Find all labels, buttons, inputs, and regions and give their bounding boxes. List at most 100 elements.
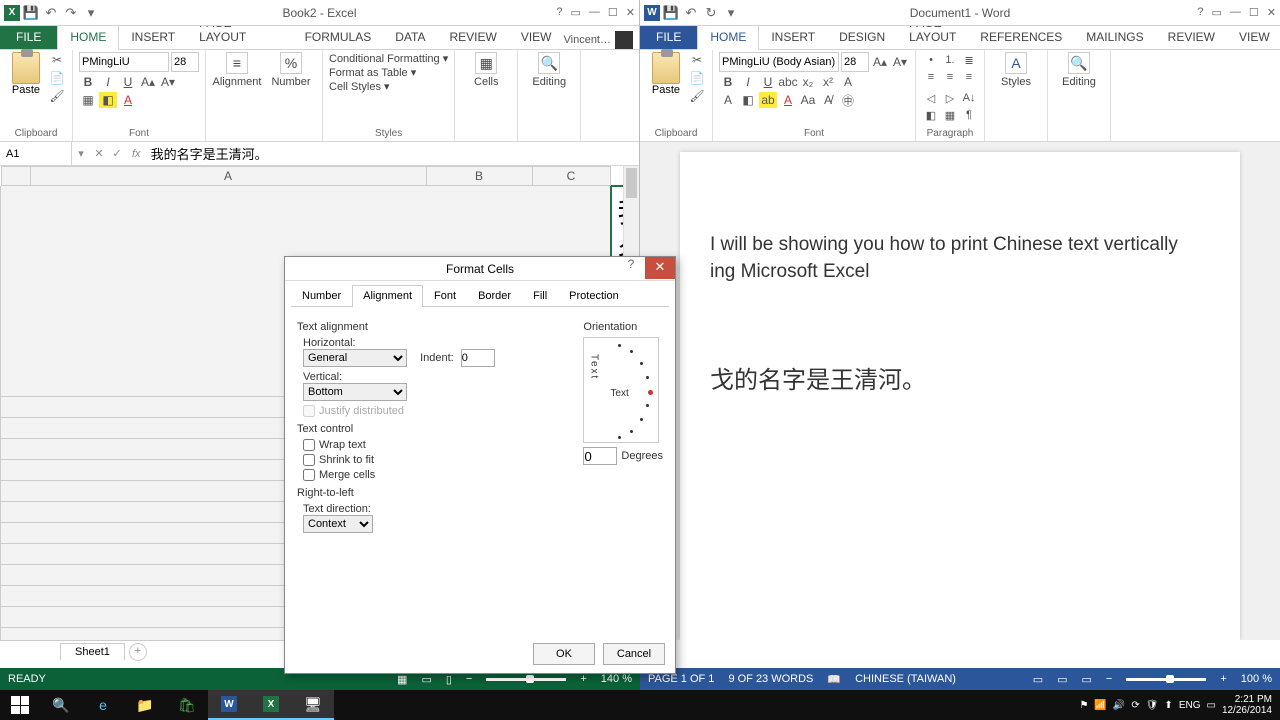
vertical-select[interactable]: Bottom — [303, 383, 407, 401]
char-border-icon[interactable]: A — [719, 92, 737, 108]
maximize-icon[interactable]: ☐ — [608, 6, 618, 19]
font-size-select[interactable] — [841, 52, 869, 72]
underline-button[interactable]: U — [119, 74, 137, 90]
paste-button[interactable]: Paste — [6, 52, 46, 104]
bold-button[interactable]: B — [719, 74, 737, 90]
subscript-icon[interactable]: x₂ — [799, 74, 817, 90]
tab-home[interactable]: HOME — [57, 24, 119, 50]
show-marks-icon[interactable]: ¶ — [960, 107, 978, 123]
minimize-icon[interactable]: — — [1230, 6, 1241, 19]
zoom-level[interactable]: 140 % — [601, 673, 632, 685]
dialog-tab-protection[interactable]: Protection — [558, 285, 630, 306]
wrap-text-checkbox[interactable] — [303, 439, 315, 451]
ribbon-collapse-icon[interactable]: ▭ — [1212, 6, 1222, 19]
underline-button[interactable]: U — [759, 74, 777, 90]
shrink-to-fit-checkbox[interactable] — [303, 454, 315, 466]
italic-button[interactable]: I — [739, 74, 757, 90]
font-color-icon[interactable]: A — [119, 92, 137, 108]
namebox-dropdown-icon[interactable]: ▾ — [72, 147, 90, 160]
grow-font-icon[interactable]: A▴ — [871, 54, 889, 70]
file-tab[interactable]: FILE — [0, 25, 57, 49]
tray-language[interactable]: ENG — [1179, 700, 1201, 711]
bold-button[interactable]: B — [79, 74, 97, 90]
col-header-a[interactable]: A — [31, 166, 427, 186]
taskbar-app-icon[interactable]: 🖥 — [292, 690, 334, 720]
alignment-button[interactable]: ≡Alignment — [212, 52, 262, 88]
sheet-tab-1[interactable]: Sheet1 — [60, 643, 125, 660]
copy-icon[interactable]: 📄 — [688, 70, 706, 86]
tab-insert[interactable]: INSERT — [759, 25, 827, 49]
undo-icon[interactable]: ↶ — [42, 4, 60, 22]
merge-cells-checkbox[interactable] — [303, 469, 315, 481]
dialog-tab-number[interactable]: Number — [291, 285, 352, 306]
paste-button[interactable]: Paste — [646, 52, 686, 104]
view-break-icon[interactable]: ▯ — [446, 673, 452, 686]
editing-button[interactable]: 🔍Editing — [524, 52, 574, 88]
tab-view[interactable]: VIEW — [1227, 25, 1280, 49]
italic-button[interactable]: I — [99, 74, 117, 90]
tab-design[interactable]: DESIGN — [827, 25, 897, 49]
tray-shield-icon[interactable]: 🛡 — [1146, 700, 1159, 711]
qat-more-icon[interactable]: ▾ — [722, 4, 740, 22]
superscript-icon[interactable]: x² — [819, 74, 837, 90]
tab-review[interactable]: REVIEW — [437, 25, 508, 49]
align-left-icon[interactable]: ≡ — [922, 69, 940, 85]
tray-sync-icon[interactable]: ⟳ — [1131, 700, 1139, 711]
taskbar-search-icon[interactable]: 🔍 — [40, 690, 82, 720]
cancel-edit-icon[interactable]: ✕ — [90, 147, 108, 160]
tray-ime-icon[interactable]: ▭ — [1206, 700, 1215, 711]
dialog-help-icon[interactable]: ? — [619, 257, 643, 271]
dialog-close-icon[interactable]: ✕ — [645, 257, 675, 279]
help-icon[interactable]: ? — [556, 6, 562, 19]
user-avatar[interactable] — [615, 31, 633, 49]
shrink-font-icon[interactable]: A▾ — [159, 74, 177, 90]
tray-volume-icon[interactable]: 🔊 — [1113, 700, 1125, 711]
view-layout-icon[interactable]: ▭ — [421, 673, 431, 686]
shading-icon[interactable]: ◧ — [922, 107, 940, 123]
status-language[interactable]: CHINESE (TAIWAN) — [855, 673, 956, 685]
tray-flag-icon[interactable]: ⚑ — [1079, 700, 1088, 711]
numbering-icon[interactable]: 1. — [941, 52, 959, 68]
redo-icon[interactable]: ↻ — [702, 4, 720, 22]
format-painter-icon[interactable]: 🖌 — [48, 88, 66, 104]
format-as-table[interactable]: Format as Table ▾ — [329, 66, 448, 79]
minimize-icon[interactable]: — — [589, 6, 600, 19]
save-icon[interactable]: 💾 — [22, 4, 40, 22]
styles-button[interactable]: AStyles — [991, 52, 1041, 88]
tray-network-icon[interactable]: 📶 — [1094, 700, 1106, 711]
tab-data[interactable]: DATA — [383, 25, 437, 49]
bullets-icon[interactable]: • — [922, 52, 940, 68]
align-right-icon[interactable]: ≡ — [960, 69, 978, 85]
taskbar-ie-icon[interactable]: e — [82, 690, 124, 720]
taskbar-word-icon[interactable]: W — [208, 690, 250, 720]
zoom-level[interactable]: 100 % — [1241, 673, 1272, 685]
col-header-b[interactable]: B — [427, 166, 533, 186]
increase-indent-icon[interactable]: ▷ — [941, 90, 959, 106]
copy-icon[interactable]: 📄 — [48, 70, 66, 86]
tab-home[interactable]: HOME — [697, 24, 759, 50]
save-icon[interactable]: 💾 — [662, 4, 680, 22]
indent-input[interactable] — [461, 349, 495, 367]
editing-button[interactable]: 🔍Editing — [1054, 52, 1104, 88]
sort-icon[interactable]: A↓ — [960, 90, 978, 106]
enclose-char-icon[interactable]: ㊥ — [839, 92, 857, 108]
conditional-formatting[interactable]: Conditional Formatting ▾ — [329, 52, 448, 65]
border-icon[interactable]: ▦ — [79, 92, 97, 108]
cut-icon[interactable]: ✂ — [688, 52, 706, 68]
cancel-button[interactable]: Cancel — [603, 643, 665, 665]
dialog-tab-alignment[interactable]: Alignment — [352, 285, 423, 307]
fill-color-icon[interactable]: ◧ — [99, 92, 117, 108]
status-page[interactable]: PAGE 1 OF 1 — [648, 673, 714, 685]
ok-button[interactable]: OK — [533, 643, 595, 665]
new-sheet-button[interactable]: + — [129, 643, 147, 661]
cells-button[interactable]: ▦Cells — [461, 52, 511, 88]
shrink-font-icon[interactable]: A▾ — [891, 54, 909, 70]
close-icon[interactable]: ✕ — [1267, 6, 1276, 19]
font-size-select[interactable] — [171, 52, 199, 72]
text-effects-icon[interactable]: A — [839, 74, 857, 90]
tray-arrow-icon[interactable]: ⬆ — [1164, 700, 1172, 711]
orientation-control[interactable]: Text Text — [583, 337, 659, 443]
change-case-icon[interactable]: Aa — [799, 92, 817, 108]
text-direction-select[interactable]: Context — [303, 515, 373, 533]
taskbar-store-icon[interactable]: 🛍 — [166, 690, 208, 720]
